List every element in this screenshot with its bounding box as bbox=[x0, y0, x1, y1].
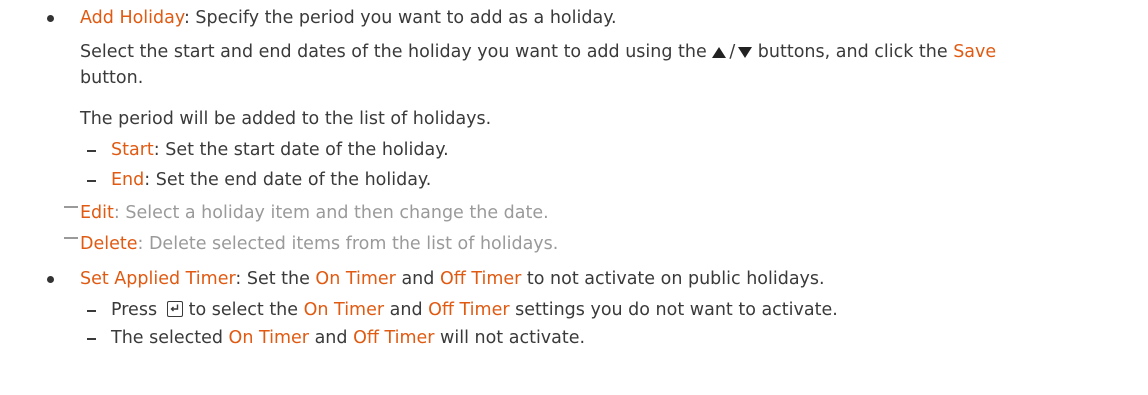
end-label: End bbox=[111, 170, 145, 190]
press-text: Press bbox=[111, 300, 163, 320]
off-timer-label: Off Timer bbox=[439, 269, 522, 289]
bullet-icon bbox=[47, 276, 54, 283]
off-timer-label: Off Timer bbox=[353, 328, 435, 348]
delete-label: Delete bbox=[80, 234, 138, 254]
add-holiday-instructions: Select the start and end dates of the ho… bbox=[80, 40, 996, 64]
and-text: and bbox=[395, 269, 440, 289]
edit-desc: : Select a holiday item and then change … bbox=[113, 203, 549, 223]
start-item: Start: Set the start date of the holiday… bbox=[111, 138, 449, 162]
enter-key-icon bbox=[166, 301, 183, 317]
on-timer-label: On Timer bbox=[228, 328, 309, 348]
dash-icon bbox=[87, 180, 96, 182]
not-activate-text: will not activate. bbox=[434, 328, 586, 348]
applied-timer-desc-b: to not activate on public holidays. bbox=[521, 269, 825, 289]
up-triangle-icon bbox=[712, 47, 727, 58]
down-triangle-icon bbox=[738, 47, 753, 58]
applied-timer-label: Set Applied Timer bbox=[80, 269, 236, 289]
delete-desc: : Delete selected items from the list of… bbox=[137, 234, 559, 254]
dash-icon bbox=[87, 150, 96, 152]
instructions-text-a: Select the start and end dates of the ho… bbox=[80, 42, 713, 62]
dash-icon bbox=[87, 310, 96, 312]
edit-label: Edit bbox=[80, 203, 114, 223]
add-holiday-label: Add Holiday bbox=[80, 8, 184, 28]
start-label: Start bbox=[111, 140, 154, 160]
settings-text: settings you do not want to activate. bbox=[509, 300, 838, 320]
add-holiday-desc: : Specify the period you want to add as … bbox=[183, 8, 617, 28]
selected-timers-item: The selected On Timer and Off Timer will… bbox=[111, 326, 585, 350]
end-desc: : Set the end date of the holiday. bbox=[144, 170, 432, 190]
press-enter-item: Press to select the On Timer and Off Tim… bbox=[111, 298, 838, 322]
on-timer-label: On Timer bbox=[315, 269, 396, 289]
edit-note: Edit: Select a holiday item and then cha… bbox=[80, 201, 549, 225]
delete-note: Delete: Delete selected items from the l… bbox=[80, 232, 558, 256]
end-item: End: Set the end date of the holiday. bbox=[111, 168, 431, 192]
and-text: and bbox=[384, 300, 429, 320]
select-text: to select the bbox=[188, 300, 304, 320]
slash-separator: / bbox=[729, 42, 736, 62]
note-mark-icon bbox=[64, 206, 78, 208]
add-holiday-line: Add Holiday: Specify the period you want… bbox=[80, 6, 617, 30]
add-holiday-instructions-cont: button. bbox=[80, 68, 144, 88]
and-text: and bbox=[309, 328, 354, 348]
instructions-text-b: buttons, and click the bbox=[752, 42, 954, 62]
start-desc: : Set the start date of the holiday. bbox=[153, 140, 449, 160]
applied-timer-line: Set Applied Timer: Set the On Timer and … bbox=[80, 267, 825, 291]
note-mark-icon bbox=[64, 237, 78, 239]
applied-timer-desc-a: : Set the bbox=[235, 269, 316, 289]
off-timer-label: Off Timer bbox=[428, 300, 510, 320]
bullet-icon bbox=[47, 15, 54, 22]
period-added-text: The period will be added to the list of … bbox=[80, 109, 492, 129]
selected-text: The selected bbox=[111, 328, 229, 348]
on-timer-label: On Timer bbox=[303, 300, 385, 320]
save-label: Save bbox=[953, 42, 997, 62]
dash-icon bbox=[87, 338, 96, 340]
